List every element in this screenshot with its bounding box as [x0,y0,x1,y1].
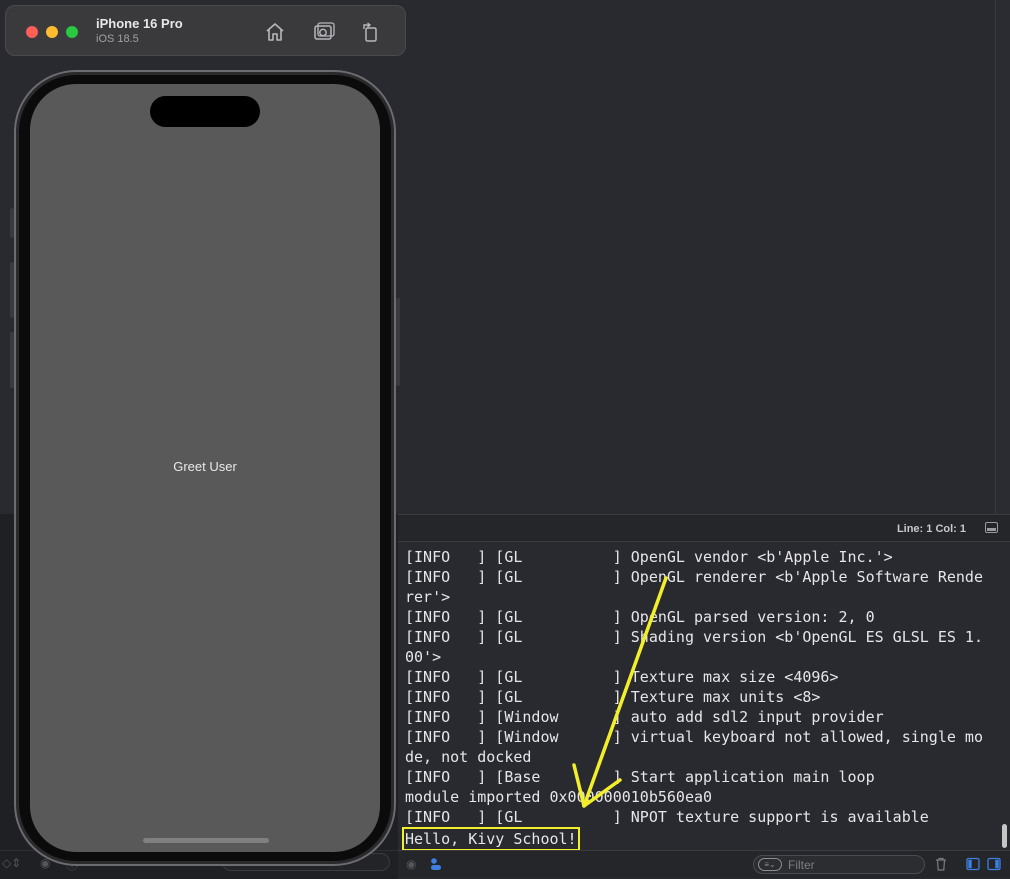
console-line: [INFO ] [GL ] OpenGL renderer <b'Apple S… [405,568,983,606]
screenshot-icon[interactable] [312,20,336,44]
annotation-arrow [572,576,668,808]
show-left-pane-icon[interactable] [966,857,980,876]
console-line: [INFO ] [GL ] NPOT texture support is av… [405,808,929,826]
cursor-position: Line: 1 Col: 1 [896,523,966,535]
console-line: [INFO ] [GL ] Texture max size <4096> [405,668,839,686]
home-indicator[interactable] [143,838,269,843]
eye-icon[interactable]: ◉ [406,857,416,871]
action-button [10,208,14,238]
trash-icon[interactable] [935,857,947,876]
show-right-pane-icon[interactable] [987,857,1001,876]
console-line: [INFO ] [GL ] OpenGL parsed version: 2, … [405,608,875,626]
console-scrollbar[interactable] [1002,824,1007,848]
console-line: [INFO ] [GL ] Shading version <b'OpenGL … [405,628,983,666]
console-line: [INFO ] [GL ] Texture max units <8> [405,688,821,706]
rotate-icon[interactable] [359,20,383,44]
dynamic-island [150,96,260,127]
phone-screen: Greet User [30,84,380,852]
simulator-titlebar: iPhone 16 Pro iOS 18.5 [5,5,406,56]
console-line: [INFO ] [GL ] OpenGL vendor <b'Apple Inc… [405,548,893,566]
console-line: module imported 0x000000010b560ea0 [405,788,713,806]
minimize-window-button[interactable] [46,26,58,38]
console-filter-field[interactable]: ≡⌄ Filter [753,855,925,874]
zoom-window-button[interactable] [66,26,78,38]
hello-output-highlight: Hello, Kivy School! [402,827,580,850]
device-os-version: iOS 18.5 [96,33,139,45]
console-line-highlighted: Hello, Kivy School! [402,827,985,850]
console-log: [INFO ] [GL ] OpenGL vendor <b'Apple Inc… [402,547,985,850]
filter-toggle-icon[interactable] [430,857,442,876]
home-icon[interactable] [263,20,287,44]
filter-placeholder: Filter [788,858,815,872]
close-window-button[interactable] [26,26,38,38]
volume-up-button [10,262,14,318]
console-line: [INFO ] [Window ] virtual keyboard not a… [405,728,983,766]
console-line: [INFO ] [Window ] auto add sdl2 input pr… [405,708,884,726]
greet-user-button[interactable]: Greet User [30,459,380,474]
console-output[interactable]: [INFO ] [GL ] OpenGL vendor <b'Apple Inc… [398,542,1010,850]
volume-down-button [10,332,14,388]
scheme-selector-icon[interactable]: ◇⇕ [2,856,21,870]
filter-icon: ≡⌄ [758,858,782,871]
console-footer: ◉ ≡⌄ Filter [398,850,1010,878]
device-name: iPhone 16 Pro [96,16,183,31]
console-header: Line: 1 Col: 1 [398,514,1010,542]
editor-scrollbar[interactable] [995,0,1010,514]
power-button [396,298,400,386]
toggle-bottom-panel-icon[interactable] [985,522,998,533]
console-line: [INFO ] [Base ] Start application main l… [405,768,875,786]
